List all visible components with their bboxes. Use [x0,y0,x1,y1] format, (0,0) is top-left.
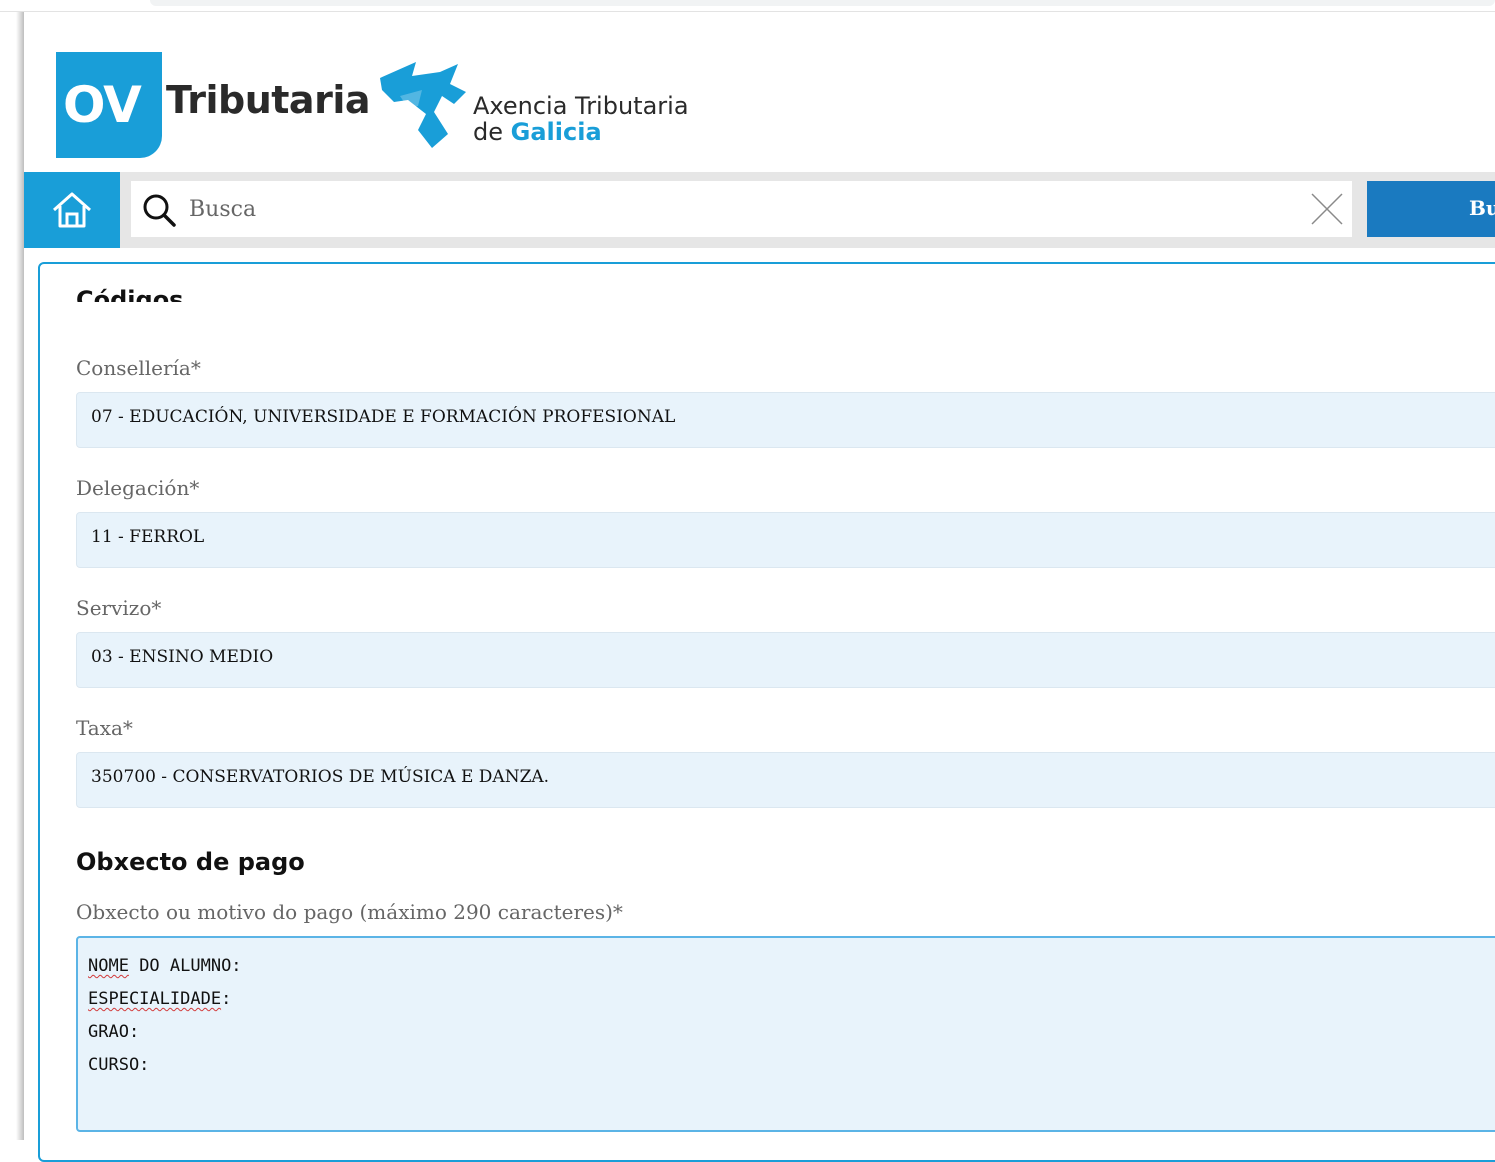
site-header: OV Tributaria Axencia Tributaria de Gali… [24,12,1495,172]
home-button[interactable] [24,172,120,248]
ov-logo[interactable]: OV [56,52,162,158]
textarea-line-3: GRAO: [88,1022,140,1042]
search-submit-button[interactable]: Busca [1367,181,1495,237]
agency-name-highlight: Galicia [510,118,602,146]
home-icon [53,192,91,228]
conselleria-field[interactable]: 07 - EDUCACIÓN, UNIVERSIDADE E FORMACIÓN… [76,392,1495,448]
spellcheck-word: ESPECIALIDADE [88,989,222,1009]
close-icon[interactable] [1309,191,1345,227]
browser-address-bar-edge [150,0,1495,6]
textarea-line-1-rest: DO ALUMNO: [128,956,242,976]
servizo-label: Servizo* [76,596,162,620]
page-left-shadow [0,12,24,1140]
browser-top-strip [0,0,1495,12]
search-input[interactable] [187,189,1287,229]
taxa-label: Taxa* [76,716,133,740]
taxa-field[interactable]: 350700 - CONSERVATORIOS DE MÚSICA E DANZ… [76,752,1495,808]
ov-logo-text: OV [63,76,142,134]
delegacion-label: Delegación* [76,476,200,500]
textarea-line-2-rest: : [221,989,232,1009]
spellcheck-word: NOME [88,956,129,976]
textarea-line-2: ESPECIALIDADE: [88,983,1495,1016]
delegacion-field[interactable]: 11 - FERROL [76,512,1495,568]
agency-name-prefix: de [473,118,503,146]
payment-reason-label: Obxecto ou motivo do pago (máximo 290 ca… [76,900,623,924]
payment-heading: Obxecto de pago [76,848,305,876]
agency-name-line2: de Galicia [473,118,602,146]
ov-product-name: Tributaria [166,78,370,122]
textarea-line-1: NOME DO ALUMNO: [88,950,1495,983]
agency-arrow-logo-icon [380,62,466,148]
search-icon [143,194,176,227]
codes-heading-clip: Códigos [40,264,1495,302]
codes-heading: Códigos [76,286,184,302]
search-field [131,181,1352,237]
textarea-line-4: CURSO: [88,1055,150,1075]
servizo-field[interactable]: 03 - ENSINO MEDIO [76,632,1495,688]
payment-form-panel: Códigos Consellería* 07 - EDUCACIÓN, UNI… [38,262,1495,1162]
payment-reason-textarea[interactable]: NOME DO ALUMNO: ESPECIALIDADE: GRAO: CUR… [76,936,1495,1132]
agency-name-line1: Axencia Tributaria [473,92,689,120]
conselleria-label: Consellería* [76,356,201,380]
search-bar: Busca [24,172,1495,248]
